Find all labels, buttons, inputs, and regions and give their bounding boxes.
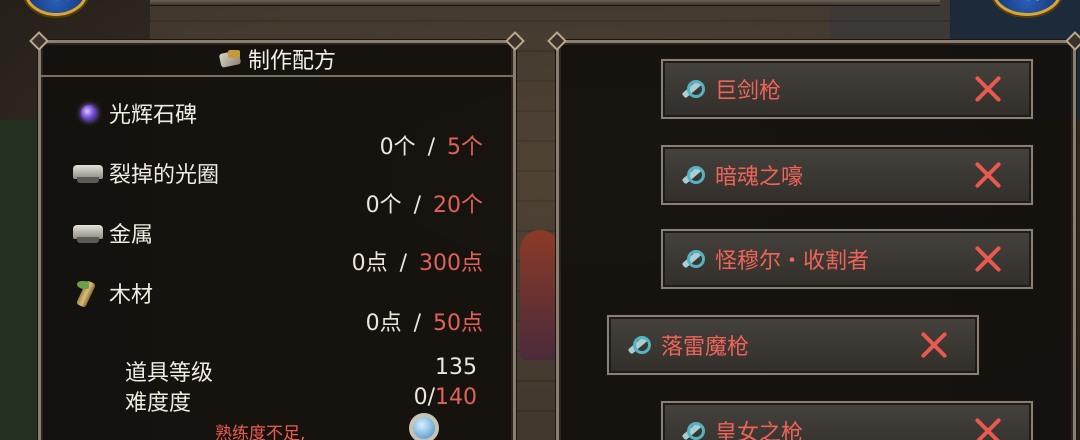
- recipe-title: 制作配方: [247, 49, 336, 74]
- weapon-icon: [679, 420, 705, 440]
- remove-icon[interactable]: [973, 416, 1003, 440]
- material-name: 木材: [109, 283, 154, 308]
- quantity-need: 300点: [419, 251, 483, 276]
- recipe-panel: 制作配方 光辉石碑 0个/5个 裂掉的光圈 0个/20个 金属 0点/300点 …: [29, 31, 525, 440]
- recipe-title-bar: 制作配方: [41, 43, 513, 77]
- character-figure: [520, 230, 560, 360]
- quantity-have: 0个: [365, 193, 402, 218]
- weapon-icon: [679, 78, 705, 100]
- difficulty-label: 难度度: [125, 391, 192, 416]
- remove-icon[interactable]: [973, 74, 1003, 104]
- remove-icon[interactable]: [973, 244, 1003, 274]
- material-quantity: 0个/5个: [379, 135, 483, 160]
- quantity-need: 20个: [433, 193, 483, 218]
- weapon-list-item[interactable]: 怪穆尔・收割者: [661, 229, 1033, 289]
- weapon-name: 怪穆尔・收割者: [715, 249, 870, 274]
- remove-icon[interactable]: [919, 330, 949, 360]
- quantity-need: 5个: [447, 135, 483, 160]
- material-quantity: 0点/300点: [351, 251, 483, 276]
- back-button-label: 返回: [27, 0, 85, 3]
- proficiency-warning: 熟练度不足,: [215, 424, 306, 440]
- quantity-have: 0个: [379, 135, 416, 160]
- quantity-have: 0点: [351, 251, 388, 276]
- wood-icon: [71, 279, 105, 305]
- difficulty-need: 140: [435, 385, 477, 410]
- magnifier-icon[interactable]: [409, 413, 439, 440]
- material-name: 光辉石碑: [109, 103, 198, 128]
- weapon-icon: [679, 164, 705, 186]
- remove-icon[interactable]: [973, 160, 1003, 190]
- top-bar: [150, 0, 940, 6]
- glowing-orb-icon: [81, 105, 97, 121]
- weapon-list-item[interactable]: 巨剑枪: [661, 59, 1033, 119]
- quantity-have: 0点: [365, 311, 402, 336]
- anvil-icon: [71, 159, 105, 185]
- difficulty-value: 0/140: [414, 385, 477, 410]
- material-quantity: 0个/20个: [365, 193, 483, 218]
- weapon-list-item[interactable]: 暗魂之嚎: [661, 145, 1033, 205]
- weapon-name: 皇女之枪: [715, 421, 804, 440]
- item-level-label: 道具等级: [125, 361, 214, 386]
- difficulty-have: 0/: [413, 385, 435, 410]
- material-name: 裂掉的光圈: [109, 163, 220, 188]
- anvil-icon: [71, 219, 105, 245]
- quantity-need: 50点: [433, 311, 483, 336]
- weapon-icon: [679, 248, 705, 270]
- item-level-value: 135: [435, 355, 477, 380]
- weapon-list-item[interactable]: 落雷魔枪: [607, 315, 979, 375]
- weapon-name: 巨剑枪: [715, 79, 782, 104]
- weapon-name: 暗魂之嚎: [715, 165, 804, 190]
- weapon-list-panel: 巨剑枪 暗魂之嚎 怪穆尔・收割者 落雷魔枪 皇女之枪: [547, 31, 1080, 440]
- material-quantity: 0点/50点: [365, 311, 483, 336]
- recipe-scroll-icon: [218, 48, 244, 70]
- material-name: 金属: [109, 223, 154, 248]
- weapon-icon: [625, 334, 651, 356]
- weapon-list-item[interactable]: 皇女之枪: [661, 401, 1033, 440]
- weapon-name: 落雷魔枪: [661, 335, 750, 360]
- close-button-label: 关闭: [995, 0, 1059, 3]
